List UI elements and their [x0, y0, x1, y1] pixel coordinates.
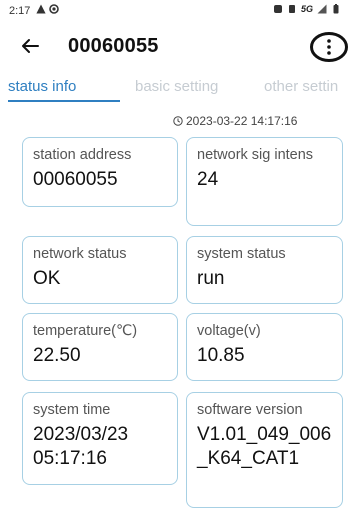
- card-software-version: software version V1.01_049_006_K64_CAT1: [186, 392, 343, 508]
- timestamp-text: 2023-03-22 14:17:16: [186, 114, 298, 128]
- card-voltage: voltage(v) 10.85: [186, 313, 343, 381]
- signal-icon: [317, 4, 327, 14]
- card-value: 10.85: [197, 345, 245, 366]
- card-temperature: temperature(℃) 22.50: [22, 313, 178, 381]
- card-value: 22.50: [33, 345, 81, 366]
- more-options-icon[interactable]: [309, 31, 349, 63]
- battery-icon: [333, 4, 339, 14]
- card-label: network status: [33, 246, 127, 262]
- clock-icon: [173, 116, 183, 126]
- card-label: network sig intens: [197, 147, 314, 163]
- card-value: run: [197, 268, 225, 289]
- status-time: 2:17: [9, 5, 31, 17]
- card-value: 24: [197, 169, 219, 190]
- update-timestamp: 2023-03-22 14:17:16: [173, 114, 297, 128]
- app-bar: 00060055: [0, 26, 353, 68]
- card-label: system status: [197, 246, 286, 262]
- card-label: temperature(℃): [33, 323, 138, 339]
- back-arrow-icon[interactable]: [18, 34, 42, 58]
- tab-status-info[interactable]: status info: [8, 78, 76, 95]
- tab-other-settings[interactable]: other settin: [264, 78, 338, 95]
- tab-basic-setting[interactable]: basic setting: [135, 78, 218, 95]
- card-system-status: system status run: [186, 236, 343, 304]
- card-label: system time: [33, 402, 111, 418]
- card-value: 2023/03/23 05:17:16: [33, 424, 129, 469]
- data-saver-icon: [273, 5, 282, 13]
- notification-icons: [36, 4, 59, 14]
- vibrate-icon: [288, 5, 295, 13]
- active-tab-indicator: [8, 100, 120, 102]
- circle-notification-icon: [49, 4, 59, 14]
- status-bar: 2:17 5G: [0, 0, 353, 26]
- card-network-signal: network sig intens 24: [186, 137, 343, 226]
- card-label: station address: [33, 147, 132, 163]
- network-type: 5G: [300, 4, 313, 14]
- warning-icon: [36, 4, 46, 14]
- tab-bar: status info basic setting other settin: [0, 72, 353, 102]
- page-title: 00060055: [68, 35, 159, 57]
- card-value: 00060055: [33, 169, 118, 190]
- card-value: V1.01_049_006_K64_CAT1: [197, 424, 332, 469]
- card-label: software version: [197, 402, 303, 418]
- card-network-status: network status OK: [22, 236, 178, 304]
- card-value: OK: [33, 268, 61, 289]
- card-label: voltage(v): [197, 323, 261, 339]
- card-system-time: system time 2023/03/23 05:17:16: [22, 392, 178, 485]
- status-indicators: 5G: [273, 4, 341, 14]
- card-station-address: station address 00060055: [22, 137, 178, 207]
